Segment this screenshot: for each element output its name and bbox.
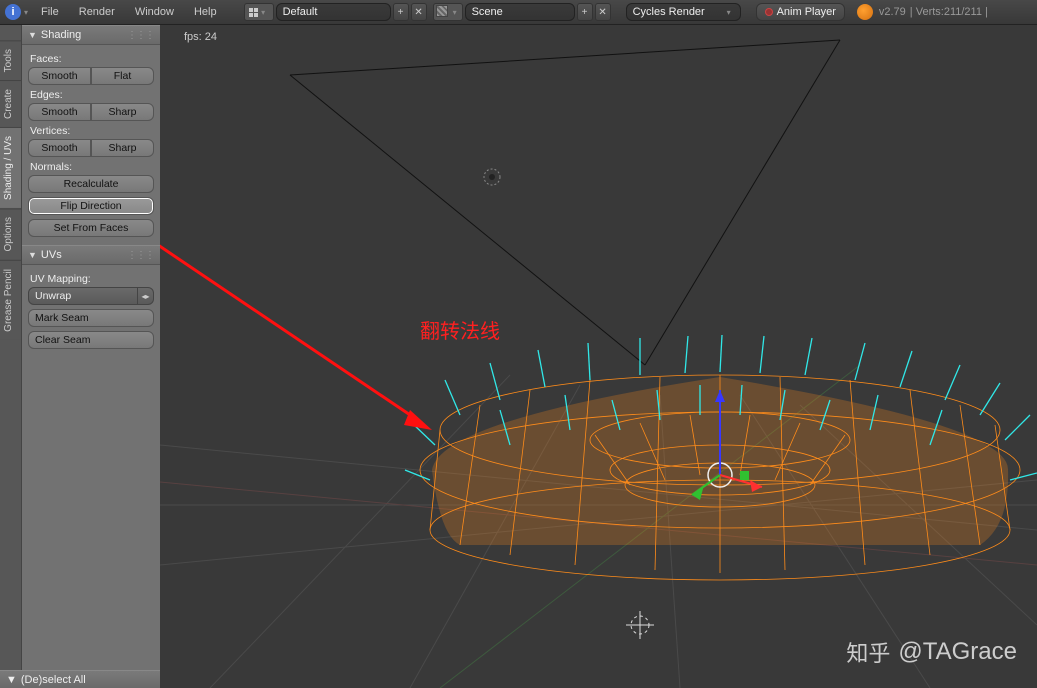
unwrap-dropdown[interactable]: ◂▸ [138, 287, 154, 305]
watermark-user: @TAGrace [898, 638, 1017, 666]
uvs-title: UVs [41, 249, 62, 261]
blender-logo-icon [857, 4, 873, 20]
add-layout-button[interactable]: + [393, 3, 409, 21]
menu-help[interactable]: Help [184, 6, 227, 18]
chevron-down-icon: ▾ [24, 8, 28, 17]
tab-create[interactable]: Create [0, 80, 21, 127]
collapse-icon: ▼ [28, 250, 37, 260]
stats-text: | Verts:211/211 | [910, 6, 988, 18]
uv-mapping-label: UV Mapping: [30, 273, 154, 285]
scene-browse[interactable]: ▾ [433, 3, 463, 21]
flip-direction-button[interactable]: Flip Direction [28, 197, 154, 215]
info-icon: i [5, 4, 21, 20]
grid-icon [249, 8, 258, 17]
delete-scene-button[interactable]: ✕ [595, 3, 611, 21]
set-from-faces-button[interactable]: Set From Faces [28, 219, 154, 237]
vertices-smooth-button[interactable]: Smooth [28, 139, 91, 157]
unwrap-button[interactable]: Unwrap [28, 287, 138, 305]
tool-shelf: Tools Create Shading / UVs Options Greas… [0, 25, 160, 688]
screen-layout-name[interactable]: Default [276, 3, 391, 21]
faces-label: Faces: [30, 53, 154, 65]
chevron-down-icon: ▾ [261, 8, 265, 17]
menu-file[interactable]: File [31, 6, 69, 18]
render-engine-selector[interactable]: Cycles Render ▾ [626, 3, 741, 21]
edges-sharp-button[interactable]: Sharp [91, 103, 154, 121]
watermark: 知乎 @TAGrace [846, 636, 1017, 668]
watermark-site: 知乎 [846, 636, 890, 668]
tool-shelf-body: ▼ Shading ⋮⋮⋮ Faces: Smooth Flat Edges: … [22, 25, 160, 688]
shading-title: Shading [41, 29, 81, 41]
grip-icon: ⋮⋮⋮ [127, 250, 154, 261]
operator-panel-header[interactable]: ▼ (De)select All [22, 670, 160, 688]
faces-flat-button[interactable]: Flat [91, 67, 154, 85]
edges-label: Edges: [30, 89, 154, 101]
screen-layout-browse[interactable]: ▾ [244, 3, 274, 21]
vertices-sharp-button[interactable]: Sharp [91, 139, 154, 157]
editor-type-selector[interactable]: i [2, 3, 24, 21]
annotation-arrow [160, 25, 1037, 688]
tab-grease-pencil[interactable]: Grease Pencil [0, 260, 21, 340]
record-icon [765, 8, 773, 16]
chevron-down-icon: ▾ [727, 8, 731, 17]
shading-panel-header[interactable]: ▼ Shading ⋮⋮⋮ [22, 25, 160, 45]
grip-icon: ⋮⋮⋮ [127, 30, 154, 41]
collapse-icon: ▼ [28, 30, 37, 40]
operator-title: (De)select All [22, 674, 86, 686]
vertices-label: Vertices: [30, 125, 154, 137]
delete-layout-button[interactable]: ✕ [411, 3, 427, 21]
scene-name[interactable]: Scene [465, 3, 575, 21]
faces-smooth-button[interactable]: Smooth [28, 67, 91, 85]
anim-player-label: Anim Player [777, 6, 836, 18]
scene-icon [436, 5, 450, 19]
tab-shading-uvs[interactable]: Shading / UVs [0, 127, 21, 208]
chevron-down-icon: ▾ [453, 8, 457, 17]
clear-seam-button[interactable]: Clear Seam [28, 331, 154, 349]
normals-label: Normals: [30, 161, 154, 173]
uvs-panel-header[interactable]: ▼ UVs ⋮⋮⋮ [22, 245, 160, 265]
tab-options[interactable]: Options [0, 208, 21, 259]
tab-tools[interactable]: Tools [0, 40, 21, 80]
render-engine-label: Cycles Render [633, 6, 705, 18]
annotation-text: 翻转法线 [420, 315, 500, 344]
menu-window[interactable]: Window [125, 6, 184, 18]
top-menu-bar: i ▾ File Render Window Help ▾ Default + … [0, 0, 1037, 25]
edges-smooth-button[interactable]: Smooth [28, 103, 91, 121]
tool-shelf-tabs: Tools Create Shading / UVs Options Greas… [0, 25, 22, 688]
add-scene-button[interactable]: + [577, 3, 593, 21]
menu-render[interactable]: Render [69, 6, 125, 18]
anim-player-button[interactable]: Anim Player [756, 3, 845, 21]
recalculate-button[interactable]: Recalculate [28, 175, 154, 193]
mark-seam-button[interactable]: Mark Seam [28, 309, 154, 327]
version-text: v2.79 [879, 6, 906, 18]
3d-viewport[interactable]: fps: 24 [160, 25, 1037, 688]
